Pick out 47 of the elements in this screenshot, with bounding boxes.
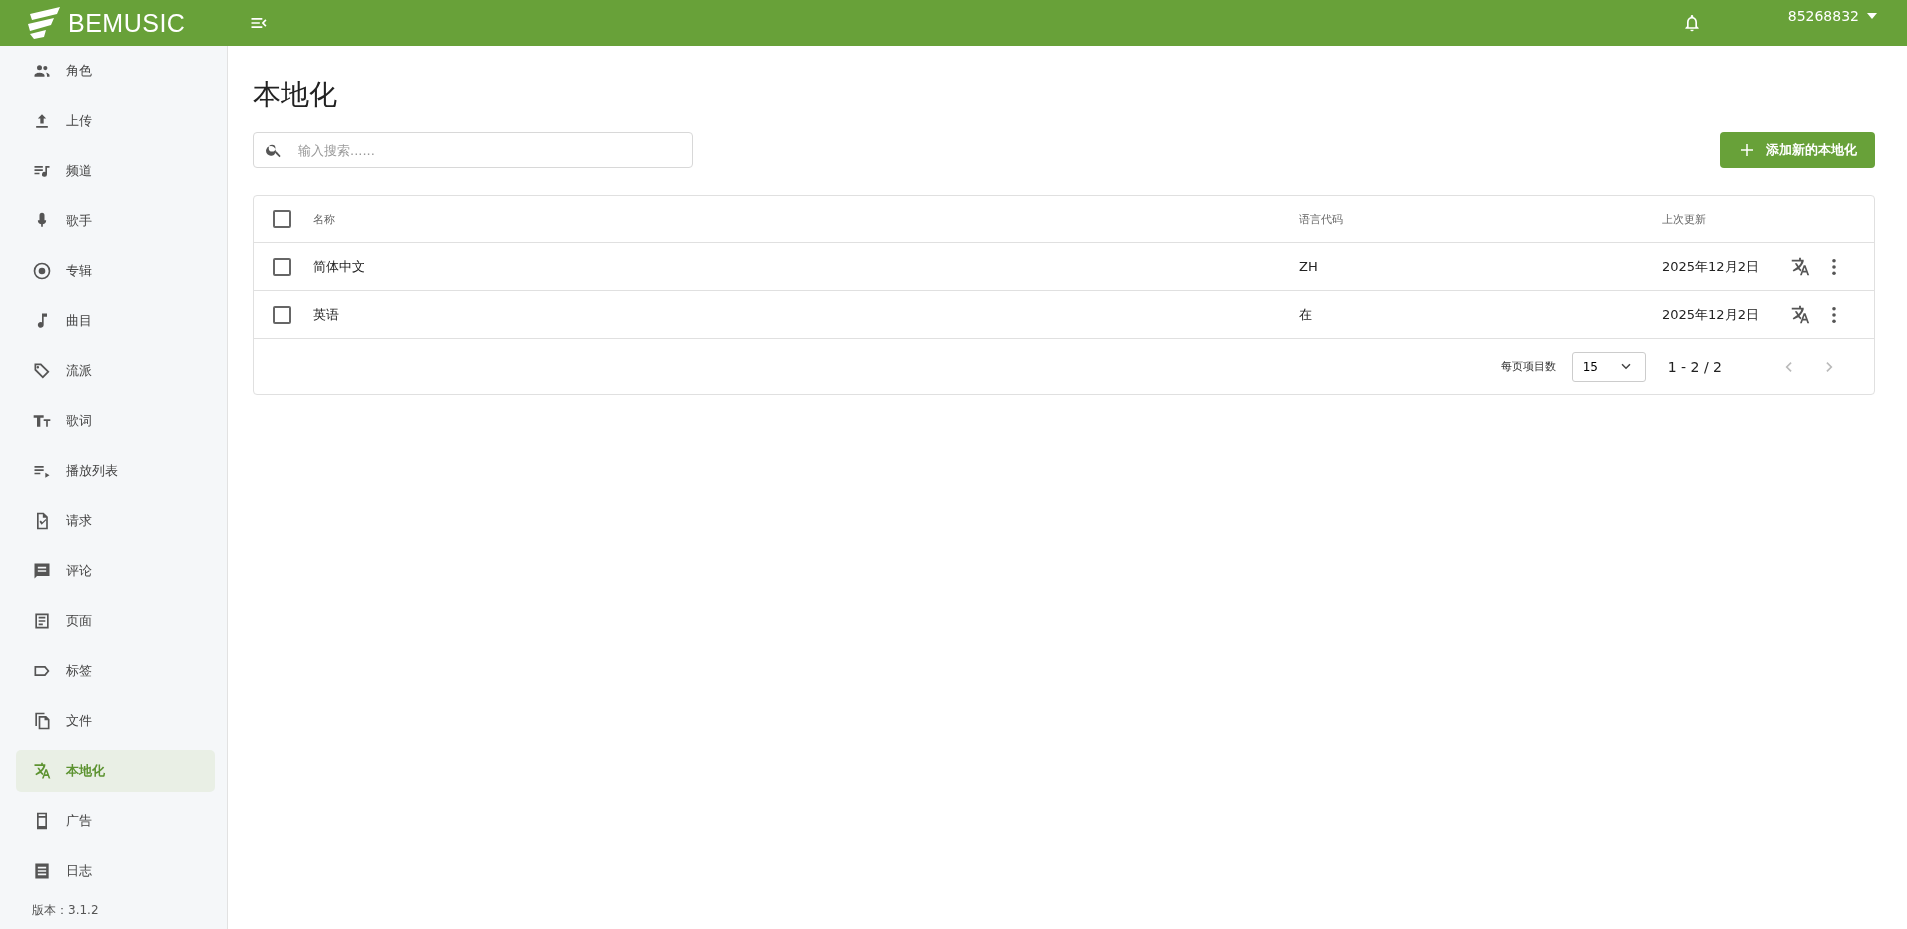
per-page-label: 每页项目数 xyxy=(1500,359,1556,374)
sidebar-item[interactable]: 流派 xyxy=(16,350,215,392)
column-header[interactable]: 语言代码 xyxy=(1299,211,1662,227)
table-cell-text: 2025年12月2日 xyxy=(1662,305,1760,324)
sidebar-item[interactable]: 角色 xyxy=(16,50,215,92)
sidebar-item[interactable]: 日志 xyxy=(16,850,215,892)
translate-icon[interactable] xyxy=(1789,303,1811,326)
search-field[interactable]: 输入搜索...... xyxy=(253,132,693,168)
document-icon xyxy=(32,611,52,631)
more-options-icon[interactable] xyxy=(1831,257,1837,276)
sidebar-item[interactable]: 歌词 xyxy=(16,400,215,442)
page-title: 本地化 xyxy=(253,77,338,113)
translate-icon[interactable] xyxy=(1789,255,1811,278)
plus-icon xyxy=(1738,141,1756,159)
table-cell-text: 在 xyxy=(1299,305,1313,324)
checkbox[interactable] xyxy=(273,210,291,228)
column-header[interactable]: 上次更新 xyxy=(1662,211,1789,227)
sidebar-item[interactable]: 评论 xyxy=(16,550,215,592)
sidebar-item[interactable]: 播放列表 xyxy=(16,450,215,492)
translate-icon xyxy=(32,761,52,781)
table-cell-text: ZH xyxy=(1299,259,1319,274)
logo-text: BEMUSIC xyxy=(68,8,186,38)
sidebar-item[interactable]: 频道 xyxy=(16,150,215,192)
sidebar-item[interactable]: 页面 xyxy=(16,600,215,642)
column-header[interactable]: 名称 xyxy=(313,211,1299,227)
sidebar-item[interactable]: 曲目 xyxy=(16,300,215,342)
table-cell-text: 英语 xyxy=(313,305,340,324)
tag-icon xyxy=(32,361,52,381)
checkbox[interactable] xyxy=(273,305,291,324)
sidebar-item[interactable]: 广告 xyxy=(16,800,215,842)
sidebar-item[interactable]: 请求 xyxy=(16,500,215,542)
comment-icon xyxy=(32,561,52,581)
caret-icon xyxy=(1867,13,1877,19)
more-options-icon[interactable] xyxy=(1831,305,1837,324)
page-range: 1 - 2 / 2 xyxy=(1667,358,1722,375)
table-cell-text: 简体中文 xyxy=(313,257,366,276)
table-cell-text: 2025年12月2日 xyxy=(1662,257,1760,276)
per-page-select[interactable]: 15 xyxy=(1571,351,1646,382)
list-document-icon xyxy=(32,861,52,881)
sidebar-item[interactable]: 上传 xyxy=(16,100,215,142)
sidebar-item[interactable]: 专辑 xyxy=(16,250,215,292)
copy-icon xyxy=(32,711,52,731)
version-text: 版本：3.1.2 xyxy=(31,902,100,919)
sidebar-item[interactable]: 文件 xyxy=(16,700,215,742)
sidebar-item[interactable]: 歌手 xyxy=(16,200,215,242)
sidebar-item[interactable]: 标签 xyxy=(16,650,215,692)
checkbox[interactable] xyxy=(273,257,291,276)
